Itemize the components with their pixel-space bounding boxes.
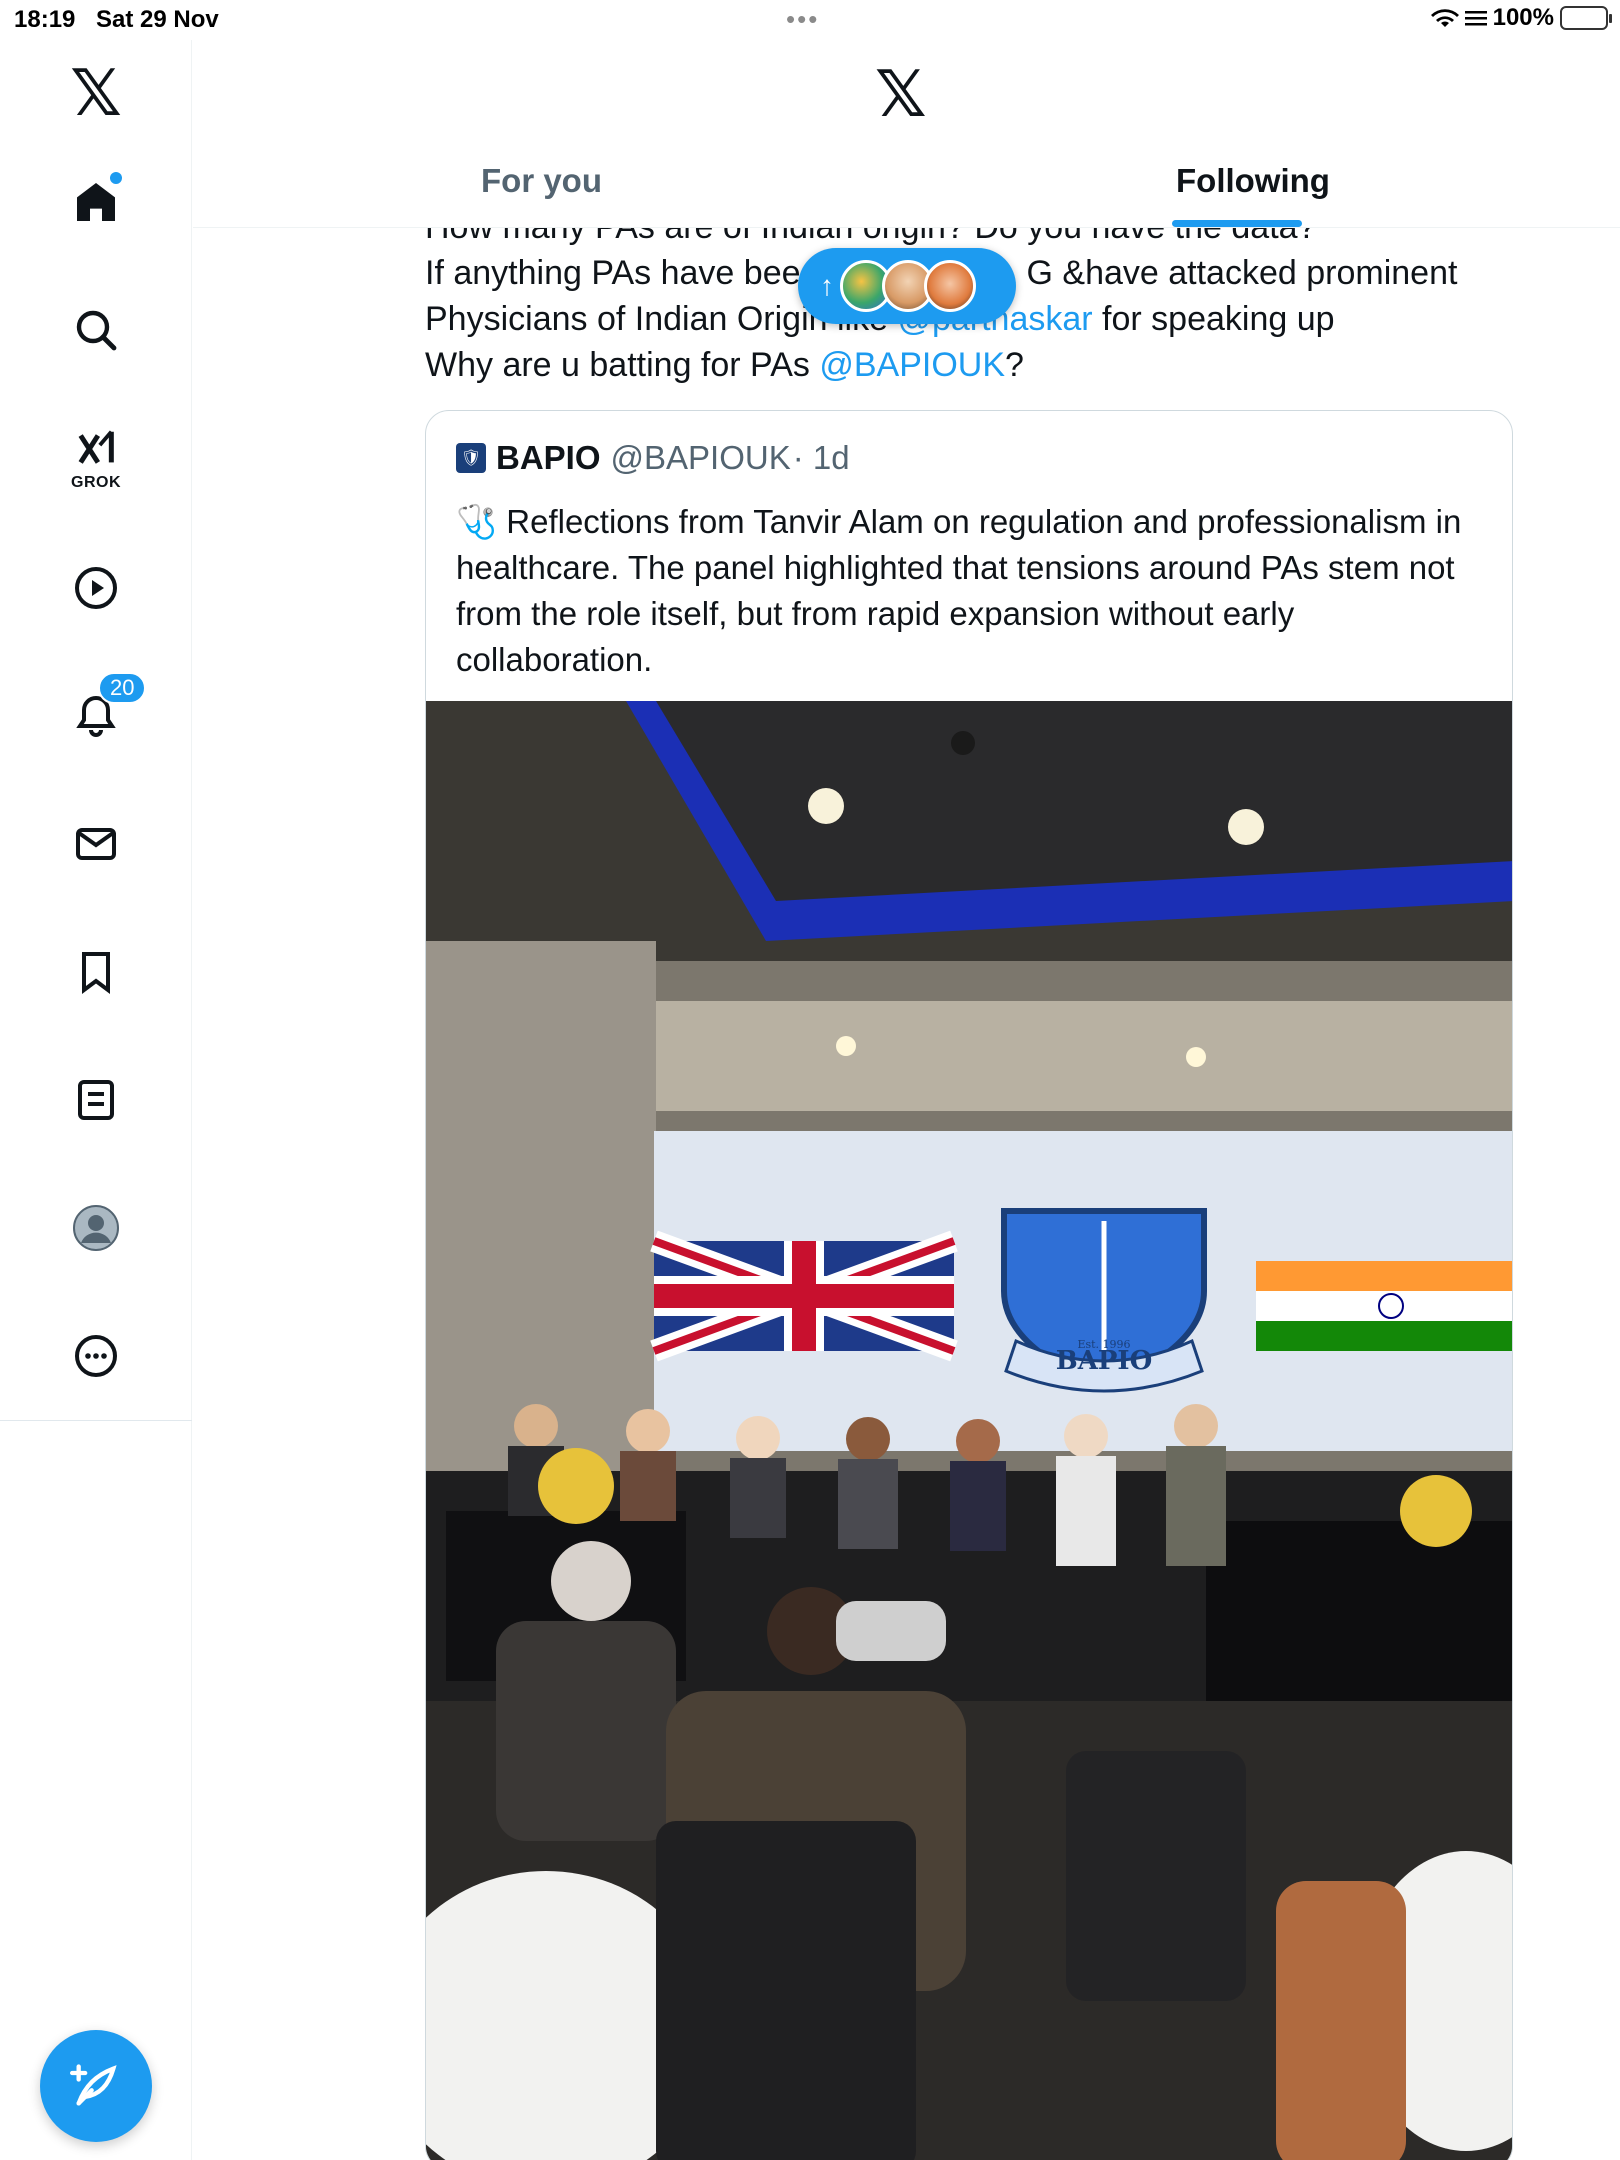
sidebar-item-lists[interactable] [60, 1064, 132, 1136]
home-unread-dot [110, 172, 122, 184]
sidebar-item-messages[interactable] [60, 808, 132, 880]
x-header-logo-icon[interactable]: 𝕏 [875, 58, 927, 132]
new-posts-pill[interactable]: ↑ [798, 248, 1016, 324]
quote-body: 🩺 Reflections from Tanvir Alam on regula… [456, 503, 1462, 678]
sidebar-item-more[interactable] [60, 1320, 132, 1392]
quote-timestamp[interactable]: · 1d [793, 439, 850, 477]
status-bar: 18:19 Sat 29 Nov ••• 100% [0, 0, 1620, 40]
sidebar-item-video[interactable] [60, 552, 132, 624]
search-icon [76, 310, 117, 351]
grok-label: GROK [71, 474, 121, 491]
new-post-avatar-3 [924, 260, 976, 312]
bapio-crest: BAPIO Est. 1996 [1001, 1208, 1207, 1393]
quote-author-handle[interactable]: @BAPIOUK [611, 439, 791, 477]
quote-header: 🛡 BAPIO @BAPIOUK · 1d [456, 439, 850, 477]
avatar-icon [73, 1205, 119, 1251]
sidebar-item-home[interactable] [60, 166, 132, 238]
timeline: How many PAs are of Indian origin? Do yo… [193, 228, 1620, 2160]
notification-badge: 20 [98, 672, 147, 704]
conference-photo[interactable]: BAPIO Est. 1996 [426, 701, 1513, 2160]
bookmark-icon [82, 952, 110, 994]
timeline-header: 𝕏 For you Following [193, 40, 1620, 228]
quoted-tweet[interactable]: 🛡 BAPIO @BAPIOUK · 1d 🩺 Reflections from… [425, 410, 1513, 2160]
sidebar-item-grok[interactable]: GROK [60, 420, 132, 492]
list-icon [78, 1080, 114, 1120]
home-icon [77, 183, 115, 221]
battery-percent: 100% [1492, 4, 1554, 31]
focus-list-icon [1464, 11, 1487, 26]
tweet-line: How many PAs are of Indian origin? Do yo… [425, 228, 1525, 250]
tab-following[interactable]: Following [1176, 162, 1330, 200]
sidebar-item-notifications[interactable]: 20 [60, 672, 147, 752]
mail-icon [76, 828, 116, 860]
tweet-line: Why are u batting for PAs @BAPIOUK? [425, 346, 1024, 384]
sidebar-divider [0, 1420, 192, 1421]
crest-est-text: Est. 1996 [1077, 1338, 1130, 1351]
quote-author-name[interactable]: BAPIO [496, 439, 601, 477]
battery-icon [1560, 6, 1612, 30]
status-right: 100% [1430, 4, 1612, 32]
uk-flag [650, 1230, 958, 1362]
multitask-dots-icon[interactable]: ••• [786, 4, 819, 35]
grok-icon [78, 430, 114, 464]
mention-link[interactable]: @BAPIOUK [819, 346, 1005, 384]
wifi-icon [1430, 9, 1459, 27]
india-flag [1256, 1261, 1512, 1351]
sidebar-item-search[interactable] [60, 294, 132, 366]
status-time: 18:19 [14, 6, 76, 33]
play-icon [75, 567, 117, 609]
tab-for-you[interactable]: For you [481, 162, 602, 200]
compose-icon [70, 2064, 117, 2106]
more-icon [75, 1335, 117, 1377]
x-logo-icon[interactable]: 𝕏 [60, 57, 132, 131]
active-tab-indicator [1172, 220, 1302, 227]
compose-button[interactable] [40, 2030, 152, 2142]
sidebar-item-bookmarks[interactable] [60, 936, 132, 1008]
bapio-avatar[interactable]: 🛡 [456, 443, 486, 473]
status-date: Sat 29 Nov [96, 6, 219, 33]
sidebar-item-profile[interactable] [60, 1192, 132, 1264]
sidebar: 𝕏 GROK 20 [0, 40, 192, 2160]
